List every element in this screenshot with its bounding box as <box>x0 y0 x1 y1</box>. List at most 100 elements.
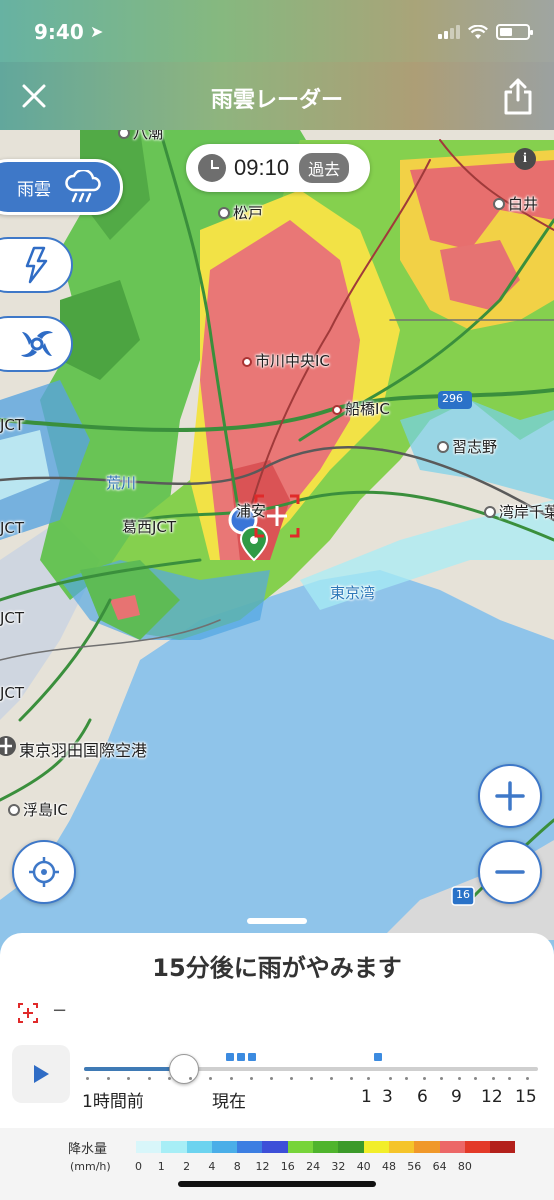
time-display[interactable]: 09:10 過去 <box>186 144 370 192</box>
place-urayasu: 浦安 <box>236 502 267 520</box>
cellular-signal-icon <box>438 25 460 39</box>
rain-indicator <box>226 1053 234 1061</box>
timeline-track[interactable] <box>84 1067 538 1071</box>
place-kasai-jct: 葛西JCT <box>122 518 177 536</box>
status-time: 9:40 <box>34 20 84 44</box>
timeline-tick <box>350 1077 353 1080</box>
timeline-label-15: 15 <box>515 1087 537 1107</box>
layer-typhoon-button[interactable] <box>0 316 73 372</box>
place-jct-2: JCT <box>0 519 25 537</box>
legend-swatch <box>262 1141 288 1153</box>
map-base <box>0 120 554 940</box>
radar-map[interactable]: 八潮 松戸 白井 市川中央IC 船橋IC 296 習志野 荒川 葛西JCT 浦安… <box>0 0 554 940</box>
legend-value: 16 <box>280 1160 295 1173</box>
timeline-tick <box>148 1077 151 1080</box>
typhoon-icon <box>21 331 53 357</box>
timeline-tick <box>526 1077 529 1080</box>
battery-icon <box>496 24 533 40</box>
route-296-label: 296 <box>442 392 463 405</box>
rain-indicator <box>248 1053 256 1061</box>
timeline-tick <box>492 1077 495 1080</box>
place-jct-3: JCT <box>0 609 25 627</box>
place-arakawa: 荒川 <box>106 474 137 492</box>
legend-color-scale <box>136 1141 516 1153</box>
timeline-tick <box>290 1077 293 1080</box>
zoom-out-button[interactable] <box>478 840 542 904</box>
timeline-tick <box>367 1077 370 1080</box>
past-badge: 過去 <box>299 153 350 183</box>
timeline-tick <box>107 1077 110 1080</box>
legend-value: 0 <box>135 1160 143 1173</box>
timeline-tick <box>440 1077 443 1080</box>
sheet-handle[interactable] <box>247 918 307 924</box>
lightning-icon <box>25 246 48 284</box>
target-marker-icon <box>18 1003 38 1023</box>
legend-unit: (mm/h) <box>70 1160 111 1173</box>
timeline-tick <box>86 1077 89 1080</box>
place-funabashi-ic: 船橋IC <box>332 398 390 419</box>
plus-icon <box>495 781 525 811</box>
legend-swatch <box>363 1141 389 1153</box>
timeline-label-1h-ago: 1時間前 <box>82 1092 144 1112</box>
timeline-label-now: 現在 <box>212 1092 246 1112</box>
rain-forecast-message: 15分後に雨がやみます <box>152 954 402 982</box>
legend-swatch <box>161 1141 187 1153</box>
legend-swatch <box>313 1141 339 1153</box>
legend-swatch <box>338 1141 364 1153</box>
legend-value: 4 <box>208 1160 216 1173</box>
legend-value: 64 <box>432 1160 447 1173</box>
clock-icon <box>198 154 226 182</box>
location-arrow-icon: ➤ <box>90 22 104 41</box>
timeline-tick <box>189 1077 192 1080</box>
timeline-tick <box>423 1077 426 1080</box>
timeline-tick <box>270 1077 273 1080</box>
minus-icon <box>495 870 525 874</box>
timeline-label-1: 1 <box>361 1087 372 1107</box>
timeline-tick <box>230 1077 233 1080</box>
timeline-label-12: 12 <box>481 1087 503 1107</box>
place-narashino: 習志野 <box>437 436 497 457</box>
timeline-label-9: 9 <box>451 1087 462 1107</box>
timeline-tick <box>405 1077 408 1080</box>
legend-swatch <box>186 1141 212 1153</box>
legend-value: 32 <box>331 1160 346 1173</box>
info-button[interactable]: i <box>514 148 536 170</box>
layer-rain-button[interactable]: 雨雲 <box>0 159 123 215</box>
current-location-button[interactable] <box>12 840 76 904</box>
legend-value: 24 <box>306 1160 321 1173</box>
timeline-thumb[interactable] <box>168 1054 199 1084</box>
timeline-tick <box>310 1077 313 1080</box>
legend-swatch <box>439 1141 465 1153</box>
app-header: 雨雲レーダー <box>0 62 554 130</box>
rain-indicator <box>374 1053 382 1061</box>
legend-value: 2 <box>183 1160 191 1173</box>
legend-value: 12 <box>255 1160 270 1173</box>
place-jct-4: JCT <box>0 684 25 702</box>
legend-swatch <box>414 1141 440 1153</box>
legend-value: 1 <box>157 1160 165 1173</box>
place-shiroi: 白井 <box>493 193 538 214</box>
time-value: 09:10 <box>234 155 290 180</box>
page-title: 雨雲レーダー <box>210 88 343 113</box>
play-button[interactable] <box>12 1045 70 1103</box>
legend-value: 40 <box>356 1160 371 1173</box>
timeline-tick <box>209 1077 212 1080</box>
place-ukishima-ic: 浮島IC <box>8 799 68 820</box>
place-tokyo-bay: 東京湾 <box>330 584 376 602</box>
layer-lightning-button[interactable] <box>0 237 73 293</box>
legend-swatch <box>237 1141 263 1153</box>
timeline-tick <box>127 1077 130 1080</box>
home-indicator <box>178 1181 376 1187</box>
legend-swatch <box>490 1141 516 1153</box>
share-icon[interactable] <box>502 76 534 116</box>
timeline-label-3: 3 <box>382 1087 393 1107</box>
legend-swatch <box>287 1141 314 1153</box>
timeline-tick <box>168 1077 171 1080</box>
wifi-icon <box>468 24 488 39</box>
place-ichikawa-chuo-ic: 市川中央IC <box>242 350 330 371</box>
legend-value: 80 <box>457 1160 472 1173</box>
rain-indicator <box>237 1053 245 1061</box>
legend-swatch <box>211 1141 238 1153</box>
zoom-in-button[interactable] <box>478 764 542 828</box>
play-icon <box>34 1065 49 1083</box>
